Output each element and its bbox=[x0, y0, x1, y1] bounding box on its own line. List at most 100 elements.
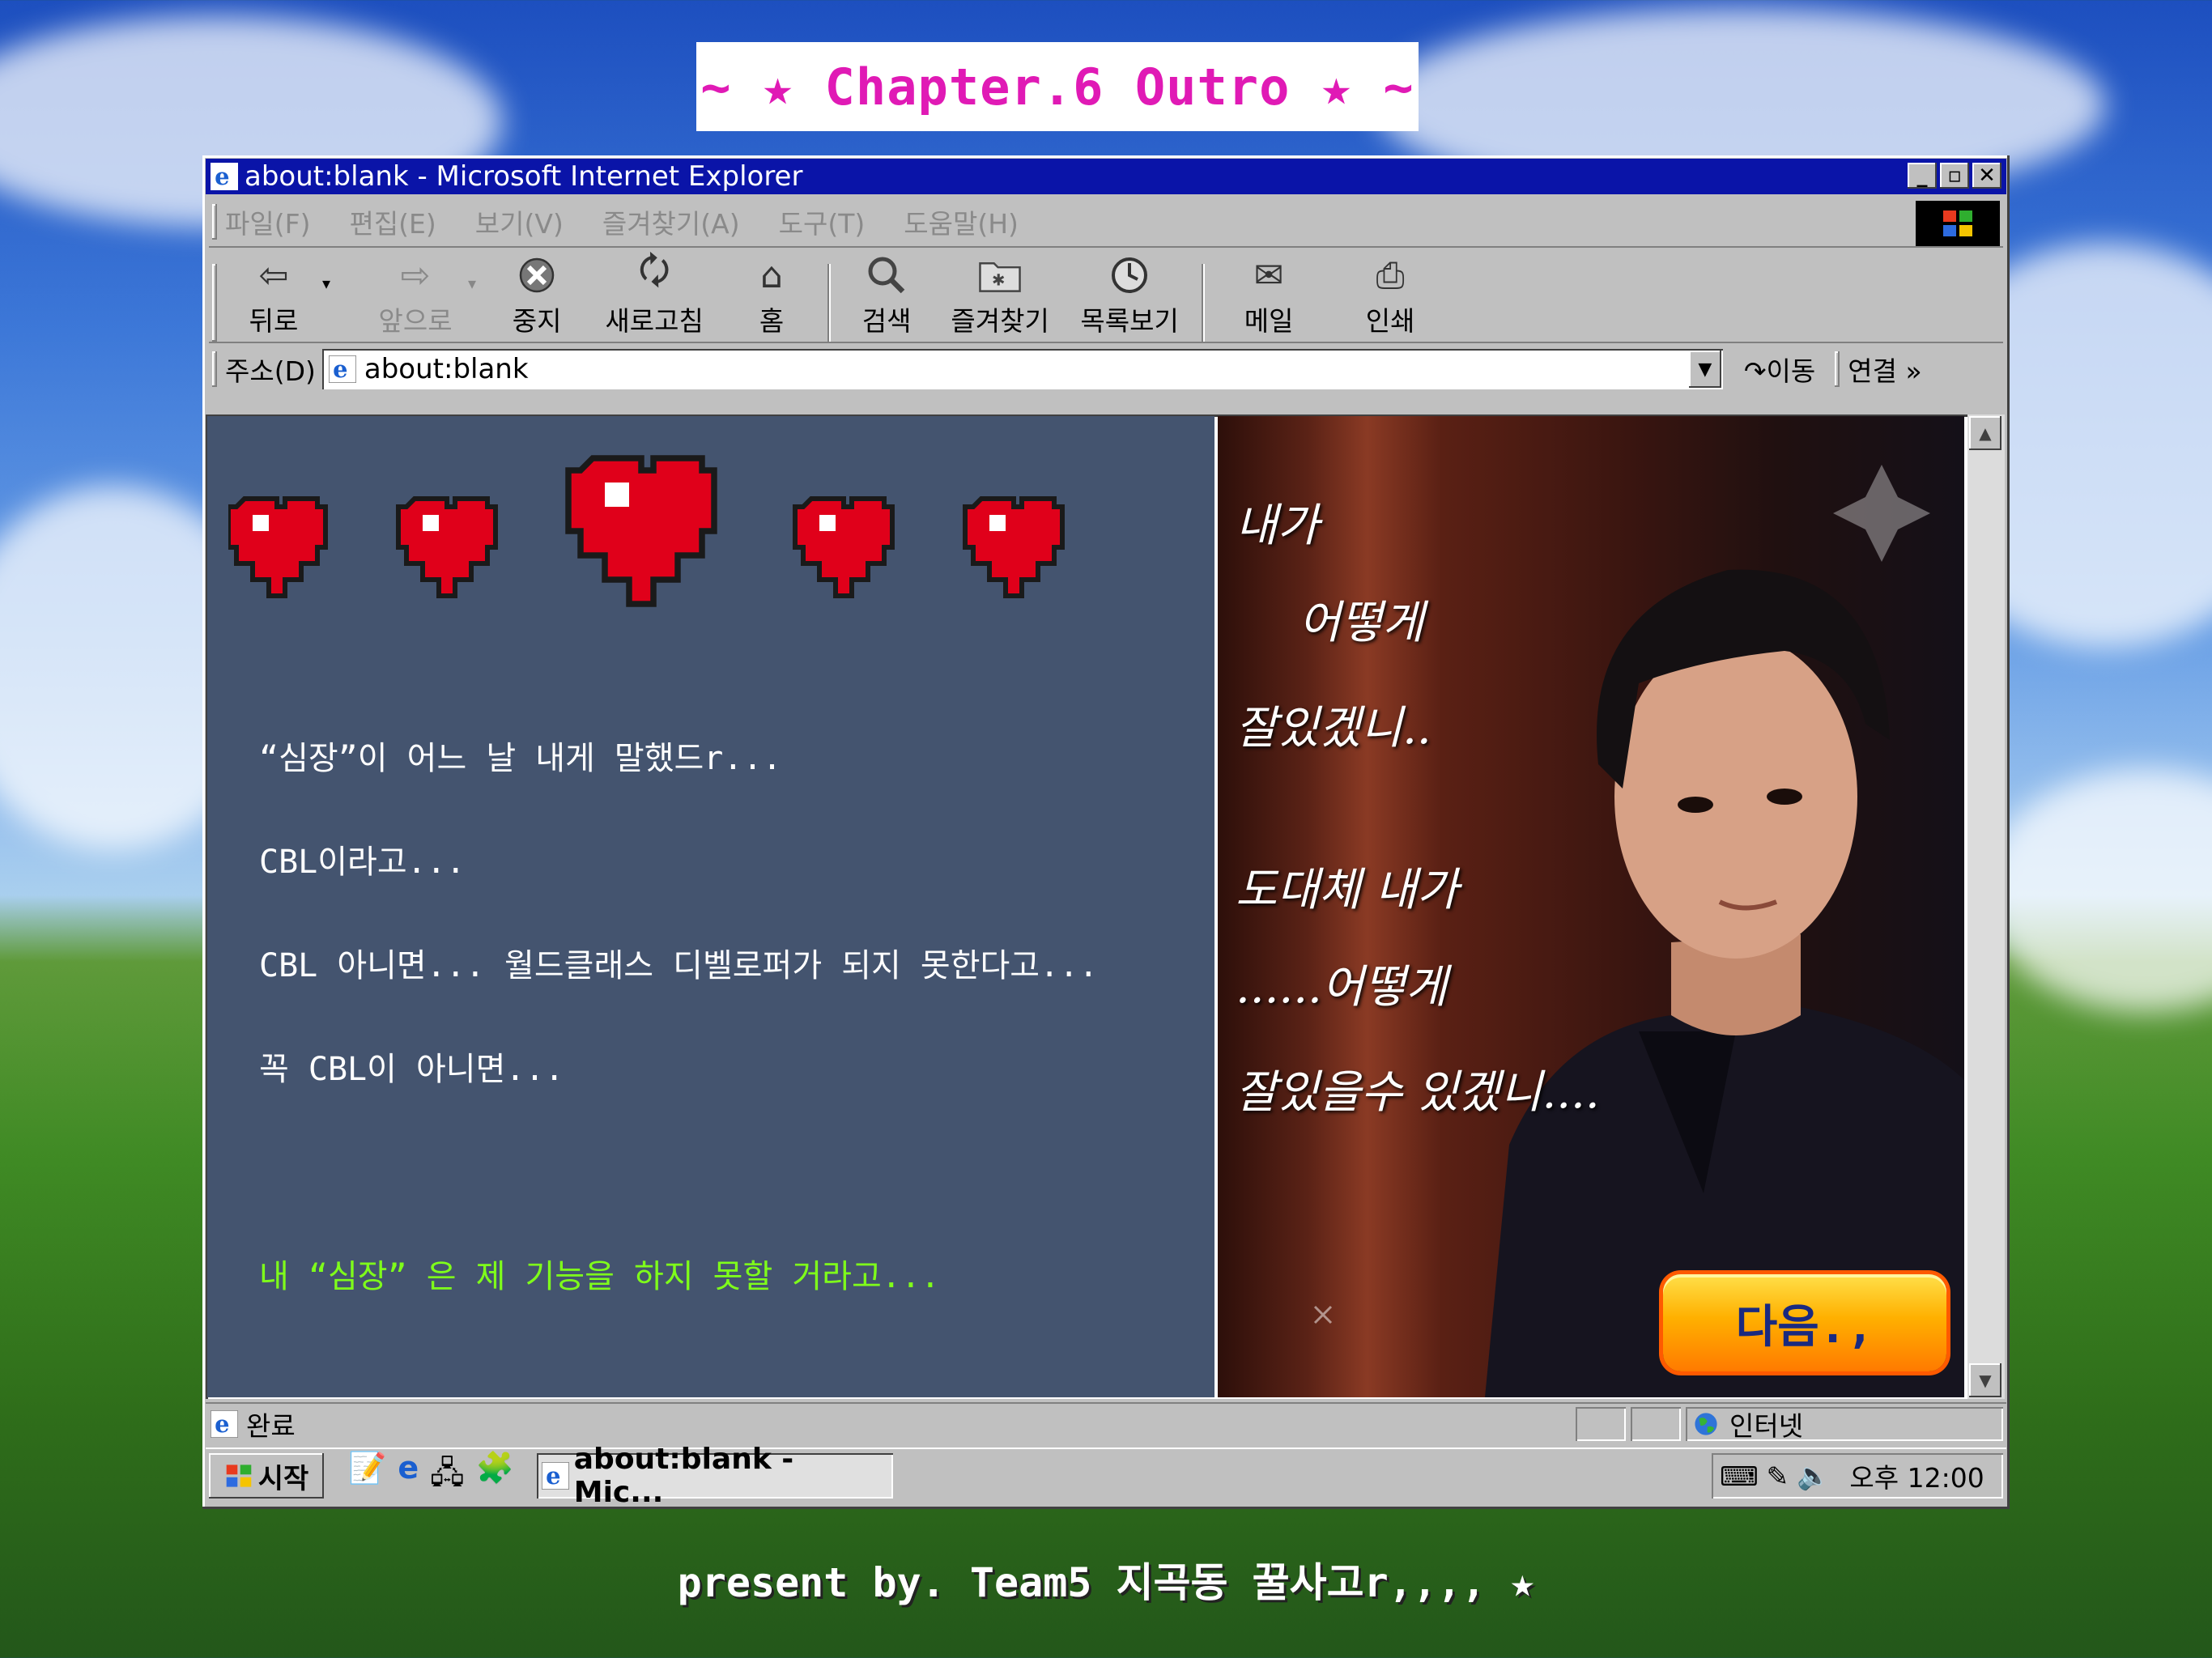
favorites-label: 즐겨찾기 bbox=[951, 305, 1049, 337]
svg-text:e: e bbox=[215, 163, 229, 190]
status-text: 완료 bbox=[246, 1410, 296, 1442]
standard-toolbar: ⇦ 뒤로 ▾ ⇨ 앞으로 ▾ 중지 🗘 새로고침 ⌂ 홈 검색 ✱ 즐겨찾기 목… bbox=[209, 249, 2003, 343]
menu-view[interactable]: 보기(V) bbox=[475, 202, 564, 241]
story-line-3: CBL 아니면... 월드클래스 디벨로퍼가 되지 못한다고... bbox=[259, 947, 1099, 984]
go-button[interactable]: ↷이동 bbox=[1744, 350, 1815, 389]
next-button[interactable]: 다음., bbox=[1663, 1274, 1946, 1371]
menu-bar: 파일(F) 편집(E) 보기(V) 즐겨찾기(A) 도구(T) 도움말(H) bbox=[209, 198, 2003, 248]
poem-line-6: 잘있을수 있겠니.... bbox=[1236, 1066, 1600, 1119]
history-button[interactable]: 목록보기 bbox=[1069, 254, 1190, 338]
menu-file[interactable]: 파일(F) bbox=[225, 202, 310, 241]
refresh-icon: 🗘 bbox=[638, 249, 670, 291]
address-label: 주소(D) bbox=[225, 355, 316, 387]
printer-icon: ⎙ bbox=[1376, 254, 1405, 296]
page-icon: e bbox=[328, 355, 356, 383]
window-title: about:blank - Microsoft Internet Explore… bbox=[245, 160, 803, 193]
page-content: “심장”이 어느 날 내게 말했드r... CBL이라고... CBL 아니면.… bbox=[206, 414, 2005, 1399]
keyboard-icon[interactable]: ⌨ bbox=[1720, 1460, 1759, 1492]
back-label: 뒤로 bbox=[249, 305, 299, 337]
security-zone: 인터넷 bbox=[1686, 1407, 2003, 1442]
globe-icon bbox=[1695, 1413, 1717, 1435]
zone-text: 인터넷 bbox=[1729, 1410, 1804, 1442]
search-button[interactable]: 검색 bbox=[842, 254, 931, 338]
forward-label: 앞으로 bbox=[378, 305, 453, 337]
menu-help[interactable]: 도움말(H) bbox=[904, 202, 1019, 241]
scroll-up-icon[interactable]: ▲ bbox=[1969, 416, 2001, 450]
address-bar: 주소(D) e about:blank ▼ ↷이동 연결 » bbox=[209, 345, 2003, 393]
page-status-icon: e bbox=[211, 1410, 238, 1438]
windows-logo-icon bbox=[1916, 201, 2000, 246]
back-button[interactable]: ⇦ 뒤로 bbox=[225, 254, 322, 338]
refresh-button[interactable]: 🗘 새로고침 bbox=[581, 249, 727, 338]
back-arrow-icon: ⇦ bbox=[258, 254, 289, 296]
scroll-down-icon[interactable]: ▼ bbox=[1969, 1363, 2001, 1397]
pixel-hearts bbox=[228, 455, 1065, 607]
close-button[interactable]: ✕ bbox=[1972, 163, 2001, 189]
address-input[interactable]: e about:blank ▼ bbox=[321, 349, 1723, 389]
heart-icon bbox=[228, 496, 328, 598]
ie-launch-icon[interactable]: e bbox=[398, 1450, 419, 1503]
clock: 오후 12:00 bbox=[1849, 1462, 1984, 1494]
taskbar: 시작 📝 e 🖧 🧩 e about:blank - Mic... ⌨ ✎ 🔈 … bbox=[206, 1443, 2006, 1509]
print-label: 인쇄 bbox=[1365, 305, 1415, 337]
maximize-button[interactable]: ▫ bbox=[1940, 163, 1969, 189]
menu-edit[interactable]: 편집(E) bbox=[349, 202, 436, 241]
chapter-banner: ~ ★ Chapter.6 Outro ★ ~ bbox=[696, 42, 1419, 131]
story-panel: “심장”이 어느 날 내게 말했드r... CBL이라고... CBL 아니면.… bbox=[207, 416, 1214, 1397]
back-dropdown-icon[interactable]: ▾ bbox=[322, 274, 330, 293]
task-label: about:blank - Mic... bbox=[573, 1443, 794, 1509]
favorites-folder-icon: ✱ bbox=[978, 254, 1022, 296]
stop-icon bbox=[515, 254, 559, 296]
ie-task-icon: e bbox=[541, 1462, 569, 1490]
stop-button[interactable]: 중지 bbox=[492, 254, 581, 338]
status-pane bbox=[1576, 1407, 1626, 1441]
volume-icon[interactable]: 🔈 bbox=[1797, 1460, 1830, 1492]
title-bar[interactable]: e about:blank - Microsoft Internet Explo… bbox=[206, 159, 2006, 194]
browser-window: e about:blank - Microsoft Internet Explo… bbox=[202, 155, 2010, 1509]
menu-tools[interactable]: 도구(T) bbox=[779, 202, 866, 241]
svg-text:e: e bbox=[546, 1462, 560, 1490]
quick-launch: 📝 e 🖧 🧩 bbox=[348, 1450, 514, 1503]
poem-line-4: 도대체 내가 bbox=[1236, 864, 1459, 916]
photo-panel: 내가 어떻게 잘있겠니.. 도대체 내가 ......어떻게 잘있을수 있겠니.… bbox=[1218, 416, 1964, 1397]
toolbar-separator bbox=[1202, 264, 1205, 342]
start-button[interactable]: 시작 bbox=[209, 1453, 324, 1499]
media-icon[interactable]: 🧩 bbox=[475, 1450, 513, 1503]
show-desktop-icon[interactable]: 📝 bbox=[348, 1450, 386, 1503]
story-line-5: 내 “심장” 은 제 기능을 하지 못할 거라고... bbox=[259, 1258, 940, 1295]
mail-icon: ✉ bbox=[1253, 254, 1284, 296]
taskbar-window-button[interactable]: e about:blank - Mic... bbox=[536, 1443, 893, 1509]
svg-text:e: e bbox=[333, 355, 347, 383]
stop-label: 중지 bbox=[512, 305, 562, 337]
search-label: 검색 bbox=[861, 305, 912, 337]
history-icon bbox=[1108, 254, 1151, 296]
mail-button[interactable]: ✉ 메일 bbox=[1216, 254, 1321, 338]
forward-button[interactable]: ⇨ 앞으로 bbox=[363, 254, 468, 338]
links-button[interactable]: 연결 » bbox=[1848, 350, 1921, 389]
forward-dropdown-icon[interactable]: ▾ bbox=[468, 274, 476, 293]
address-dropdown-icon[interactable]: ▼ bbox=[1688, 351, 1721, 388]
channels-icon[interactable]: 🖧 bbox=[430, 1450, 464, 1503]
story-line-1: “심장”이 어느 날 내게 말했드r... bbox=[259, 740, 782, 777]
vertical-scrollbar[interactable]: ▲ ▼ bbox=[1967, 414, 2005, 1399]
system-tray: ⌨ ✎ 🔈 오후 12:00 bbox=[1712, 1453, 2003, 1499]
search-icon bbox=[865, 254, 908, 296]
svg-text:✱: ✱ bbox=[992, 270, 1005, 289]
svg-text:e: e bbox=[215, 1410, 229, 1438]
print-button[interactable]: ⎙ 인쇄 bbox=[1321, 254, 1459, 338]
favorites-button[interactable]: ✱ 즐겨찾기 bbox=[931, 254, 1069, 338]
background-cloud bbox=[1984, 769, 2212, 1012]
poem-line-1: 내가 bbox=[1236, 500, 1320, 552]
status-pane bbox=[1631, 1407, 1681, 1441]
minimize-button[interactable]: _ bbox=[1908, 163, 1937, 189]
heart-icon bbox=[963, 496, 1065, 598]
history-label: 목록보기 bbox=[1080, 305, 1179, 337]
heart-icon bbox=[396, 496, 498, 598]
story-line-2: CBL이라고... bbox=[259, 844, 466, 881]
poem-line-5: ......어떻게 bbox=[1236, 961, 1448, 1014]
home-icon: ⌂ bbox=[760, 254, 784, 296]
home-button[interactable]: ⌂ 홈 bbox=[727, 254, 816, 338]
ime-icon[interactable]: ✎ bbox=[1767, 1460, 1789, 1492]
menu-favorites[interactable]: 즐겨찾기(A) bbox=[602, 202, 740, 241]
toolbar-separator bbox=[827, 264, 831, 342]
